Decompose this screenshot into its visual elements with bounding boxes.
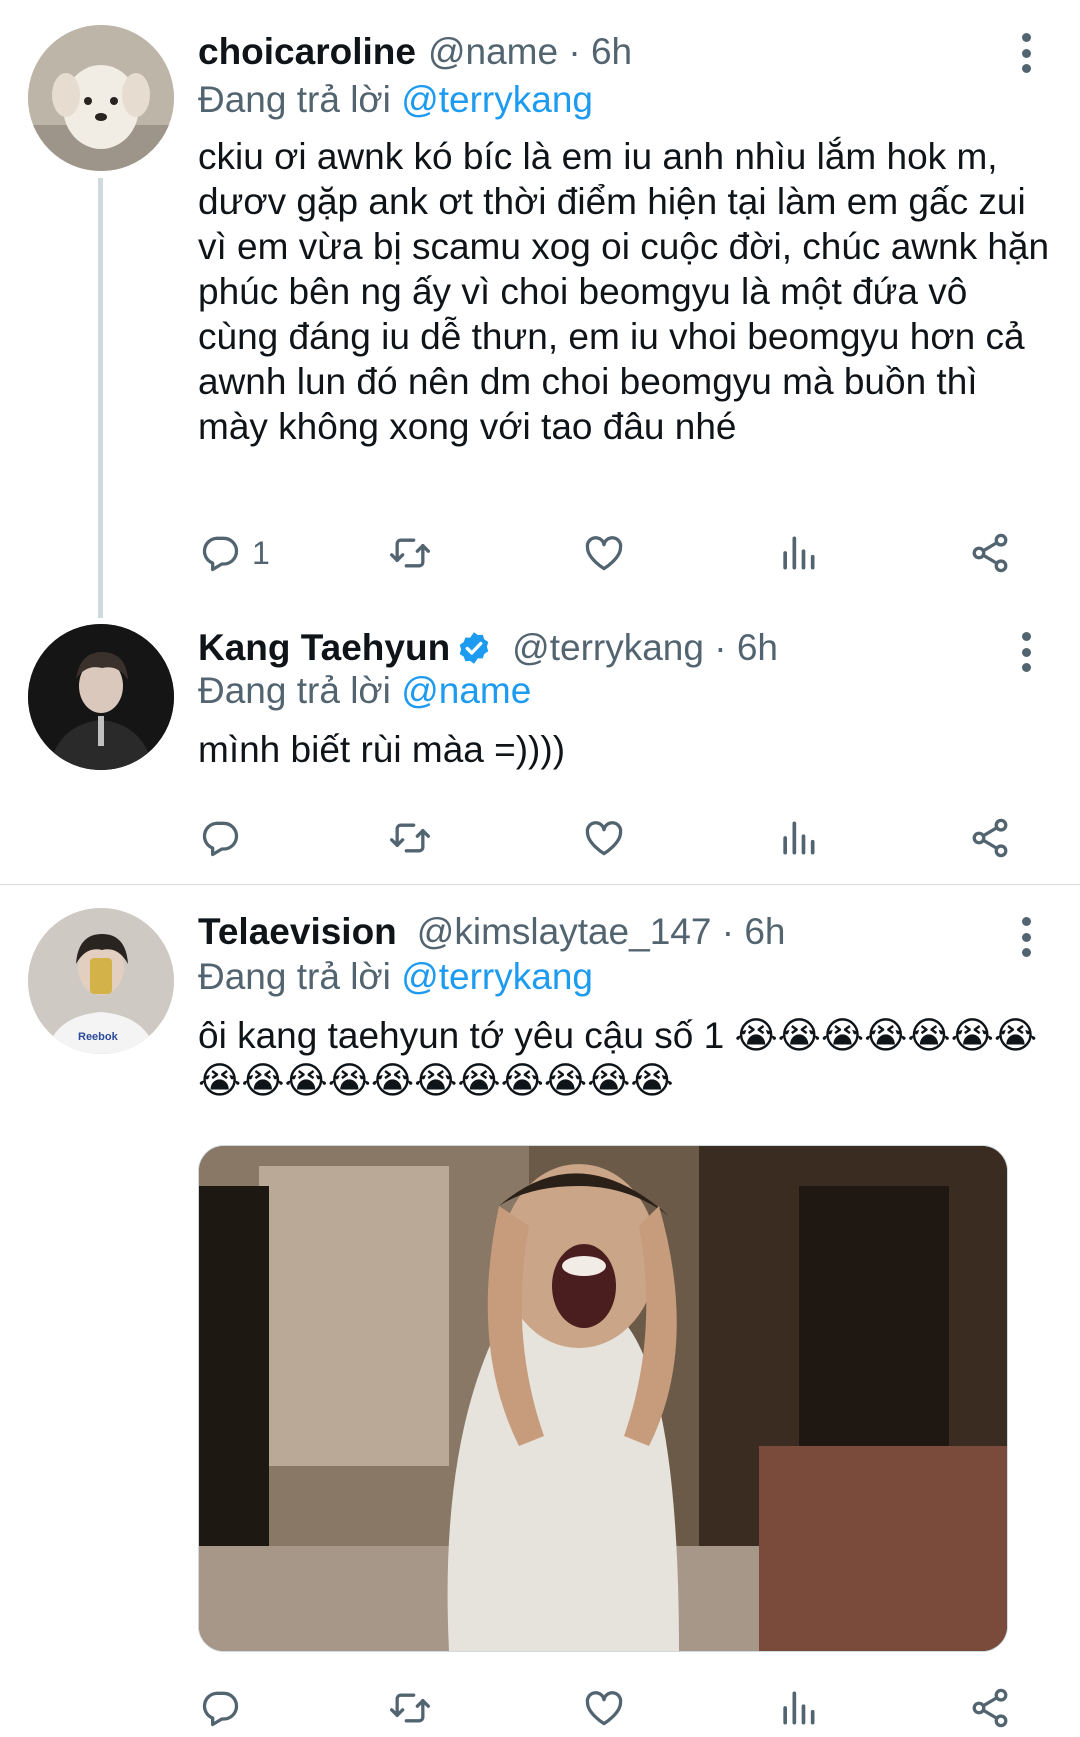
- share-icon: [968, 531, 1012, 575]
- tweet-actions: [198, 815, 1018, 861]
- like-button[interactable]: [582, 815, 626, 861]
- tweet-content: Kang Taehyun @terrykang · 6h Đang trả lờ…: [198, 624, 1060, 772]
- analytics-button[interactable]: [776, 815, 820, 861]
- avatar[interactable]: [28, 25, 174, 171]
- reply-to: Đang trả lời @terrykang: [198, 76, 1060, 124]
- tweet-header: Telaevision @kimslaytae_147 · 6h: [198, 908, 1060, 956]
- tweet-header: choicaroline @name · 6h: [198, 28, 1060, 76]
- reply-icon: [198, 531, 242, 575]
- tweet-content: Telaevision @kimslaytae_147 · 6h Đang tr…: [198, 908, 1060, 1103]
- analytics-button[interactable]: [776, 1685, 820, 1731]
- like-icon: [582, 816, 626, 860]
- like-button[interactable]: [582, 530, 626, 576]
- reply-prefix: Đang trả lời: [198, 79, 391, 120]
- reply-prefix: Đang trả lời: [198, 670, 391, 711]
- avatar[interactable]: Reebok: [28, 908, 174, 1054]
- retweet-icon: [388, 816, 432, 860]
- handle-time: @kimslaytae_147 · 6h: [416, 911, 786, 952]
- retweet-button[interactable]: [388, 530, 432, 576]
- display-name[interactable]: Kang Taehyun: [198, 624, 450, 672]
- tweet-3[interactable]: Reebok Telaevision @kimslaytae_147 · 6h …: [0, 885, 1080, 1737]
- retweet-icon: [388, 531, 432, 575]
- reply-icon: [198, 1686, 242, 1730]
- like-button[interactable]: [582, 1685, 626, 1731]
- verified-badge-icon: [459, 632, 489, 664]
- reply-button[interactable]: 1: [198, 530, 270, 576]
- reply-mention[interactable]: @terrykang: [401, 79, 593, 120]
- more-icon[interactable]: [1020, 632, 1032, 672]
- retweet-button[interactable]: [388, 1685, 432, 1731]
- reply-button[interactable]: [198, 1685, 252, 1731]
- reply-to: Đang trả lời @name: [198, 667, 1060, 715]
- tweet-actions: 1: [198, 530, 1018, 576]
- tweet-content: choicaroline @name · 6h Đang trả lời @te…: [198, 28, 1060, 449]
- tweet-1[interactable]: choicaroline @name · 6h Đang trả lời @te…: [0, 0, 1080, 618]
- crying-person-image: [199, 1146, 1007, 1651]
- handle-time: @name · 6h: [427, 31, 633, 72]
- handle-time: @terrykang · 6h: [512, 627, 779, 668]
- tweet-text: mình biết rùi màa =)))): [198, 729, 566, 770]
- like-icon: [582, 1686, 626, 1730]
- retweet-button[interactable]: [388, 815, 432, 861]
- tweet-actions: [198, 1685, 1018, 1731]
- like-icon: [582, 531, 626, 575]
- tweet-2[interactable]: Kang Taehyun @terrykang · 6h Đang trả lờ…: [0, 600, 1080, 884]
- reply-button[interactable]: [198, 815, 252, 861]
- share-icon: [968, 1686, 1012, 1730]
- reply-to: Đang trả lời @terrykang: [198, 953, 1060, 1001]
- share-button[interactable]: [968, 1685, 1012, 1731]
- reply-mention[interactable]: @name: [401, 670, 531, 711]
- more-icon[interactable]: [1020, 33, 1032, 73]
- tweet-header: Kang Taehyun @terrykang · 6h: [198, 624, 1060, 672]
- reply-count: 1: [252, 534, 270, 571]
- share-button[interactable]: [968, 530, 1012, 576]
- reply-icon: [198, 816, 242, 860]
- share-icon: [968, 816, 1012, 860]
- analytics-icon: [776, 816, 820, 860]
- tweet-text: ôi kang taehyun tớ yêu cậu số 1 😭😭😭😭😭😭😭😭…: [198, 1015, 1038, 1101]
- display-name[interactable]: Telaevision: [198, 908, 397, 956]
- reply-prefix: Đang trả lời: [198, 956, 391, 997]
- tweet-text: ckiu ơi awnk kó bíc là em iu anh nhìu lắ…: [198, 136, 1050, 447]
- avatar[interactable]: [28, 624, 174, 770]
- share-button[interactable]: [968, 815, 1012, 861]
- analytics-icon: [776, 531, 820, 575]
- svg-text:Reebok: Reebok: [78, 1031, 119, 1043]
- more-icon[interactable]: [1020, 917, 1032, 957]
- analytics-button[interactable]: [776, 530, 820, 576]
- thread-line: [98, 178, 103, 618]
- tweet-image[interactable]: [198, 1145, 1008, 1652]
- retweet-icon: [388, 1686, 432, 1730]
- display-name[interactable]: choicaroline: [198, 28, 416, 76]
- analytics-icon: [776, 1686, 820, 1730]
- reply-mention[interactable]: @terrykang: [401, 956, 593, 997]
